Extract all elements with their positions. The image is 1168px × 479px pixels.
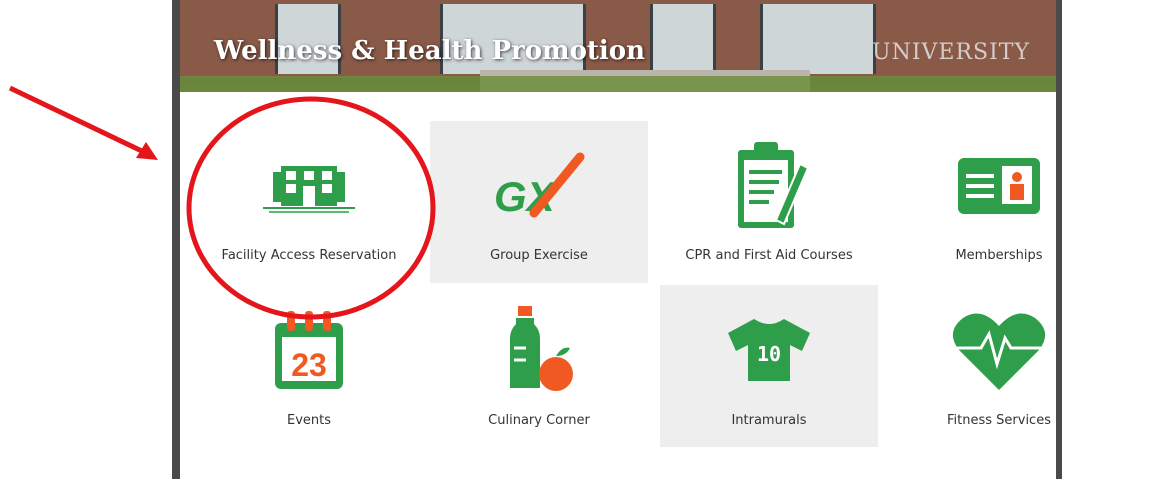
tile-memberships[interactable]: Memberships — [890, 121, 1108, 283]
tile-label: Culinary Corner — [488, 413, 590, 428]
clipboard-icon — [660, 141, 878, 231]
annotation-arrow — [8, 85, 158, 160]
id-card-icon — [890, 141, 1108, 231]
tile-label: Fitness Services — [947, 413, 1051, 428]
water-bottle-apple-icon — [430, 305, 648, 395]
page-title: Wellness & Health Promotion — [214, 36, 646, 66]
jersey-number: 10 — [757, 342, 781, 366]
university-logo: UNIVERSITY — [872, 40, 1030, 65]
tile-label: Group Exercise — [490, 248, 588, 263]
tile-label: Memberships — [955, 248, 1043, 263]
tile-group-exercise[interactable]: GX Group Exercise — [430, 121, 648, 283]
annotation-circle — [186, 96, 436, 320]
calendar-date: 23 — [291, 347, 327, 383]
tile-label: CPR and First Aid Courses — [685, 248, 853, 263]
tile-fitness-services[interactable]: Fitness Services — [890, 285, 1108, 447]
gx-icon: GX — [430, 141, 648, 231]
tile-culinary-corner[interactable]: Culinary Corner — [430, 285, 648, 447]
jersey-icon: 10 — [660, 305, 878, 395]
header-banner: Wellness & Health Promotion UNIVERSITY — [180, 0, 1056, 92]
tile-intramurals[interactable]: 10 Intramurals — [660, 285, 878, 447]
tile-label: Events — [286, 413, 331, 428]
tile-cpr-first-aid[interactable]: CPR and First Aid Courses — [660, 121, 878, 283]
heart-pulse-icon — [890, 305, 1108, 395]
tile-label: Intramurals — [731, 413, 807, 428]
